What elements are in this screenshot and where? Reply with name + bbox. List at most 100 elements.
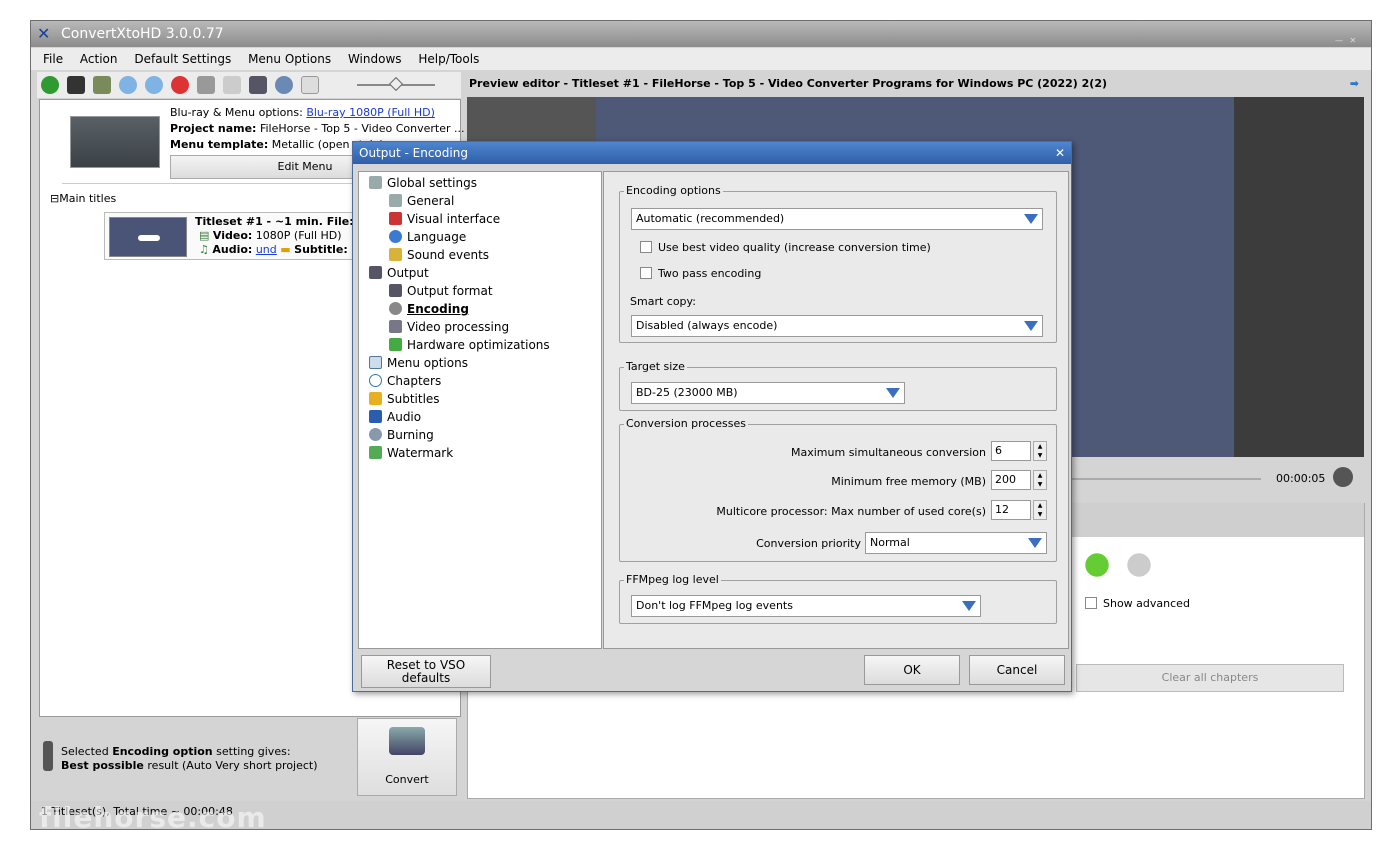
output-icon xyxy=(369,266,382,279)
encoding-options-group: Encoding options Automatic (recommended)… xyxy=(619,184,1057,343)
tree-item-sound-events[interactable]: Sound events xyxy=(389,246,489,264)
tree-item-video-processing[interactable]: Video processing xyxy=(389,318,509,336)
global-settings-icon xyxy=(369,176,382,189)
cancel-button[interactable]: Cancel xyxy=(969,655,1065,685)
spin-buttons[interactable]: ▲ ▼ xyxy=(1033,470,1047,490)
toolbar xyxy=(37,72,461,98)
clear-chapters-button[interactable]: Clear all chapters xyxy=(1076,664,1344,692)
chapter-header xyxy=(1066,503,1364,537)
tree-item-language[interactable]: Language xyxy=(389,228,466,246)
priority-select[interactable]: Normal xyxy=(865,532,1047,554)
window-controls[interactable]: — ✕ xyxy=(1335,28,1363,45)
language-icon xyxy=(389,230,402,243)
audio-link[interactable]: und xyxy=(256,243,277,256)
audio-label: Audio: xyxy=(212,243,253,256)
reset-defaults-button[interactable]: Reset to VSO defaults xyxy=(361,655,491,688)
preview-header: Preview editor - Titleset #1 - FileHorse… xyxy=(465,72,1365,96)
menu-default-settings[interactable]: Default Settings xyxy=(134,52,231,66)
tree-label: Visual interface xyxy=(407,212,501,226)
settings-icon[interactable] xyxy=(197,76,215,94)
grid-icon[interactable] xyxy=(223,76,241,94)
menu-template-label: Menu template: xyxy=(170,138,269,151)
convert-button[interactable]: Convert xyxy=(357,718,457,796)
video-label: Video: xyxy=(212,229,253,242)
best-quality-checkbox[interactable]: Use best video quality (increase convers… xyxy=(640,241,931,255)
delete-icon[interactable] xyxy=(171,76,189,94)
menu-bar: File Action Default Settings Menu Option… xyxy=(31,48,1371,70)
menu-help-tools[interactable]: Help/Tools xyxy=(418,52,479,66)
encoding-mode-select[interactable]: Automatic (recommended) xyxy=(631,208,1043,230)
close-icon[interactable]: ✕ xyxy=(1055,142,1065,164)
tree-label: Output xyxy=(387,266,429,280)
status-option: Encoding option xyxy=(112,745,213,758)
menu-menu-options[interactable]: Menu Options xyxy=(248,52,331,66)
tree-item-visual-interface[interactable]: Visual interface xyxy=(389,210,500,228)
zoom-slider[interactable] xyxy=(357,76,435,92)
tree-item-hardware[interactable]: Hardware optimizations xyxy=(389,336,550,354)
ffmpeg-log-select[interactable]: Don't log FFMpeg log events xyxy=(631,595,981,617)
priority-label: Conversion priority xyxy=(756,537,861,550)
move-down-icon[interactable] xyxy=(119,76,137,94)
tree-item-subtitles[interactable]: Subtitles xyxy=(369,390,440,408)
convert-label: Convert xyxy=(385,773,429,786)
encoding-icon xyxy=(389,302,402,315)
encoding-status: Selected Encoding option setting gives: … xyxy=(39,721,351,797)
tree-label: Video processing xyxy=(407,320,510,334)
show-advanced-checkbox[interactable]: Show advanced xyxy=(1085,597,1190,611)
max-simultaneous-input[interactable]: 6 xyxy=(991,441,1031,461)
encoding-dialog: Output - Encoding ✕ Global settings Gene… xyxy=(352,141,1072,692)
video-processing-icon xyxy=(389,320,402,333)
save-icon[interactable] xyxy=(67,76,85,94)
two-pass-checkbox[interactable]: Two pass encoding xyxy=(640,267,761,281)
tree-item-encoding[interactable]: Encoding xyxy=(389,300,469,318)
bluray-options-link[interactable]: Blu-ray 1080P (Full HD) xyxy=(306,106,435,119)
timeline-slider[interactable] xyxy=(1071,478,1261,480)
tree-label: Encoding xyxy=(407,302,469,316)
titleset-thumbnail xyxy=(109,217,187,257)
min-memory-input[interactable]: 200 xyxy=(991,470,1031,490)
group-label: Encoding options xyxy=(624,184,723,197)
spin-buttons[interactable]: ▲ ▼ xyxy=(1033,500,1047,520)
tree-item-chapters[interactable]: Chapters xyxy=(369,372,441,390)
main-titles-node[interactable]: ⊟Main titles xyxy=(50,192,116,205)
status-text-1: Selected xyxy=(61,745,109,758)
tree-item-burning[interactable]: Burning xyxy=(369,426,434,444)
project-name-label: Project name: xyxy=(170,122,257,135)
title-bar: ✕ ConvertXtoHD 3.0.0.77 — ✕ xyxy=(31,21,1371,47)
film-icon[interactable] xyxy=(93,76,111,94)
select-value: Disabled (always encode) xyxy=(636,319,778,332)
volume-icon[interactable] xyxy=(1333,467,1353,487)
tree-label: Hardware optimizations xyxy=(407,338,550,352)
ok-button[interactable]: OK xyxy=(864,655,960,685)
tree-label: Audio xyxy=(387,410,422,424)
tree-item-general[interactable]: General xyxy=(389,192,454,210)
tree-item-output[interactable]: Output xyxy=(369,264,429,282)
tree-item-menu-options[interactable]: Menu options xyxy=(369,354,468,372)
dropdown-arrow-icon xyxy=(1024,214,1038,224)
spin-buttons[interactable]: ▲ ▼ xyxy=(1033,441,1047,461)
cores-input[interactable]: 12 xyxy=(991,500,1031,520)
menu-action[interactable]: Action xyxy=(80,52,118,66)
conversion-processes-group: Conversion processes Maximum simultaneou… xyxy=(619,417,1057,562)
move-up-icon[interactable] xyxy=(145,76,163,94)
menu-windows[interactable]: Windows xyxy=(348,52,402,66)
tree-item-audio[interactable]: Audio xyxy=(369,408,421,426)
menu-file[interactable]: File xyxy=(43,52,63,66)
tree-item-global-settings[interactable]: Global settings xyxy=(369,174,477,192)
next-arrow-icon[interactable]: ➡ xyxy=(1350,72,1359,96)
max-simultaneous-label: Maximum simultaneous conversion xyxy=(791,446,986,459)
document-icon[interactable] xyxy=(301,76,319,94)
monitor-icon[interactable] xyxy=(249,76,267,94)
add-icon[interactable] xyxy=(41,76,59,94)
dialog-title-bar: Output - Encoding ✕ xyxy=(353,142,1071,164)
target-size-select[interactable]: BD-25 (23000 MB) xyxy=(631,382,905,404)
burn-icon[interactable] xyxy=(275,76,293,94)
smart-copy-select[interactable]: Disabled (always encode) xyxy=(631,315,1043,337)
dropdown-arrow-icon xyxy=(1024,321,1038,331)
titleset-title: Titleset #1 - ~1 min. File: "F xyxy=(195,215,371,228)
smart-copy-label: Smart copy: xyxy=(630,295,696,308)
status-result: Best possible xyxy=(61,759,144,772)
tree-label: Sound events xyxy=(407,248,490,262)
tree-item-output-format[interactable]: Output format xyxy=(389,282,493,300)
tree-item-watermark[interactable]: Watermark xyxy=(369,444,453,462)
